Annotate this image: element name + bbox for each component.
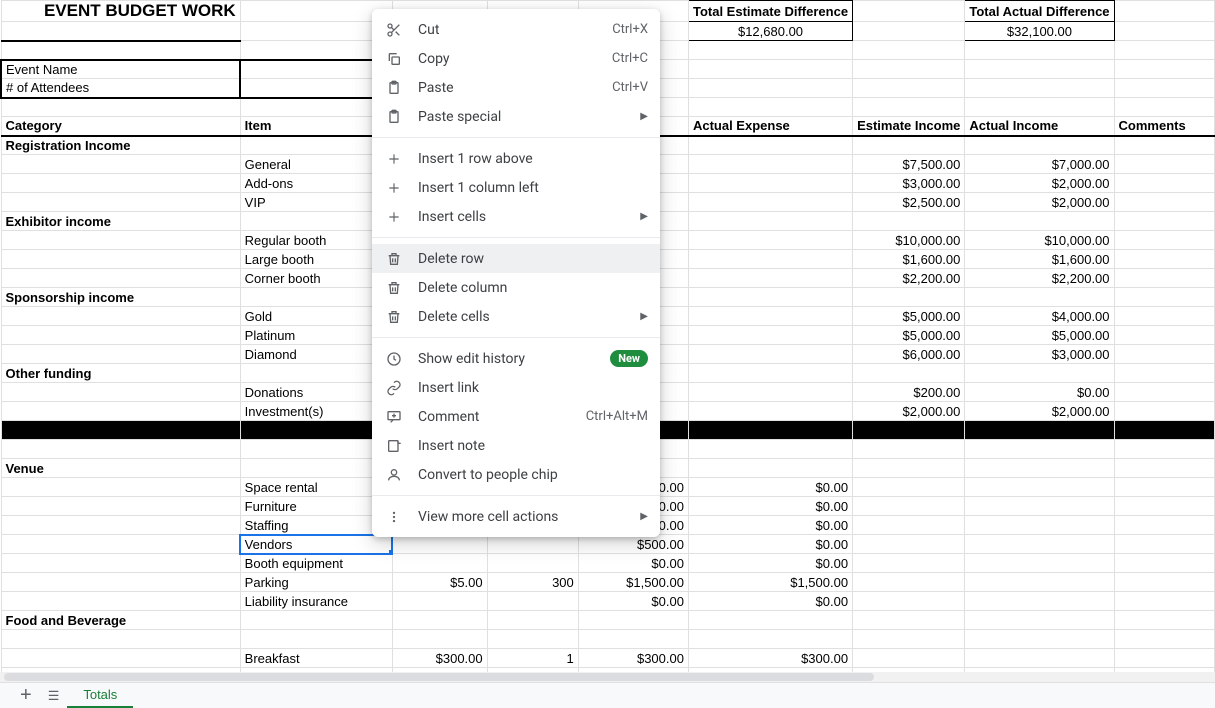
history-icon — [384, 349, 404, 369]
plus-icon — [384, 149, 404, 169]
table-row: Vendors$500.00$0.00 — [1, 535, 1215, 554]
col-comments: Comments — [1114, 117, 1214, 136]
section-sponsorship: Sponsorship income — [1, 288, 240, 307]
horizontal-scrollbar[interactable] — [0, 672, 1215, 682]
cut-icon — [384, 20, 404, 40]
section-venue: Venue — [1, 459, 240, 478]
table-row: Booth equipment$0.00$0.00 — [1, 554, 1215, 573]
col-category: Category — [1, 117, 240, 136]
copy-icon — [384, 49, 404, 69]
more-vertical-icon — [384, 507, 404, 527]
menu-paste-special[interactable]: Paste special ▶ — [372, 102, 660, 131]
attendees-label: # of Attendees — [1, 79, 240, 98]
total-estimate-diff-label: Total Estimate Difference — [688, 1, 852, 22]
selected-cell[interactable]: Vendors — [240, 535, 392, 554]
menu-insert-column[interactable]: Insert 1 column left — [372, 173, 660, 202]
plus-icon — [384, 178, 404, 198]
table-row: Parking$5.00300$1,500.00$1,500.00 — [1, 573, 1215, 592]
menu-delete-column[interactable]: Delete column — [372, 273, 660, 302]
section-exhibitor: Exhibitor income — [1, 212, 240, 231]
menu-separator — [372, 495, 660, 496]
submenu-arrow-icon: ▶ — [640, 211, 648, 222]
paste-special-icon — [384, 107, 404, 127]
menu-insert-row[interactable]: Insert 1 row above — [372, 144, 660, 173]
total-actual-diff-label: Total Actual Difference — [965, 1, 1114, 22]
submenu-arrow-icon: ▶ — [640, 111, 648, 122]
menu-insert-cells[interactable]: Insert cells ▶ — [372, 202, 660, 231]
event-name-label: Event Name — [1, 60, 240, 79]
menu-insert-note[interactable]: Insert note — [372, 431, 660, 460]
col-act-expense: Actual Expense — [688, 117, 852, 136]
submenu-arrow-icon: ▶ — [640, 311, 648, 322]
menu-delete-cells[interactable]: Delete cells ▶ — [372, 302, 660, 331]
plus-icon — [384, 207, 404, 227]
link-icon — [384, 378, 404, 398]
scrollbar-thumb[interactable] — [4, 673, 874, 681]
col-act-income: Actual Income — [965, 117, 1114, 136]
menu-cut[interactable]: Cut Ctrl+X — [372, 15, 660, 44]
col-item: Item — [240, 117, 392, 136]
new-badge: New — [610, 350, 648, 367]
total-actual-diff-value: $32,100.00 — [965, 22, 1114, 41]
menu-more-actions[interactable]: View more cell actions ▶ — [372, 502, 660, 531]
table-row: Breakfast$300.001$300.00$300.00 — [1, 649, 1215, 668]
menu-separator — [372, 337, 660, 338]
all-sheets-button[interactable]: ☰ — [40, 688, 68, 704]
context-menu: Cut Ctrl+X Copy Ctrl+C Paste Ctrl+V Past… — [372, 9, 660, 537]
menu-delete-row[interactable]: Delete row — [372, 244, 660, 273]
person-icon — [384, 465, 404, 485]
comment-icon — [384, 407, 404, 427]
table-row: Liability insurance$0.00$0.00 — [1, 592, 1215, 611]
total-estimate-diff-value: $12,680.00 — [688, 22, 852, 41]
submenu-arrow-icon: ▶ — [640, 511, 648, 522]
menu-separator — [372, 137, 660, 138]
section-food: Food and Beverage — [1, 611, 240, 630]
section-registration: Registration Income — [1, 136, 240, 155]
menu-edit-history[interactable]: Show edit history New — [372, 344, 660, 373]
note-icon — [384, 436, 404, 456]
add-sheet-button[interactable]: + — [12, 684, 40, 707]
menu-separator — [372, 237, 660, 238]
menu-paste[interactable]: Paste Ctrl+V — [372, 73, 660, 102]
menu-comment[interactable]: Comment Ctrl+Alt+M — [372, 402, 660, 431]
menu-insert-link[interactable]: Insert link — [372, 373, 660, 402]
col-est-income: Estimate Income — [853, 117, 965, 136]
trash-icon — [384, 307, 404, 327]
trash-icon — [384, 278, 404, 298]
sheet-tab-totals[interactable]: Totals — [67, 683, 133, 708]
menu-people-chip[interactable]: Convert to people chip — [372, 460, 660, 489]
section-other: Other funding — [1, 364, 240, 383]
paste-icon — [384, 78, 404, 98]
menu-copy[interactable]: Copy Ctrl+C — [372, 44, 660, 73]
worksheet-title: EVENT BUDGET WORK — [1, 1, 240, 22]
trash-icon — [384, 249, 404, 269]
sheet-tab-bar: + ☰ Totals — [0, 682, 1215, 708]
